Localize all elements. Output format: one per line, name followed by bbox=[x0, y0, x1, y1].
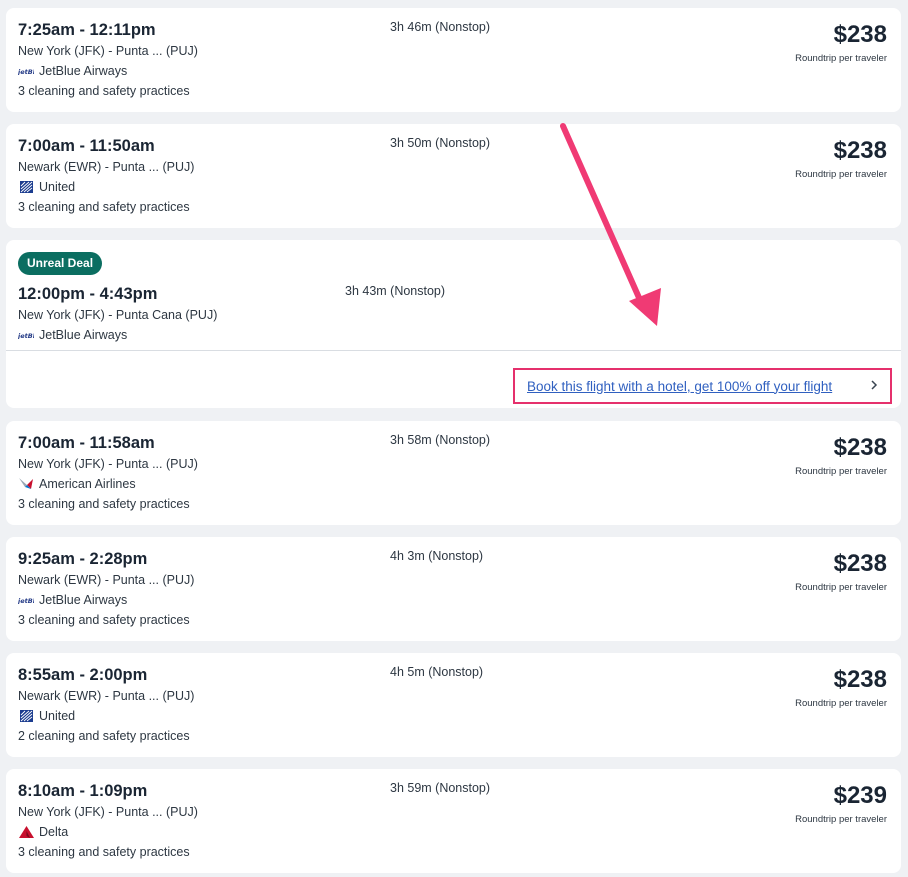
svg-text:jetBlue: jetBlue bbox=[18, 332, 34, 339]
flight-price: $238 bbox=[833, 434, 887, 461]
flight-duration: 3h 43m (Nonstop) bbox=[345, 284, 446, 298]
svg-text:jetBlue: jetBlue bbox=[18, 597, 34, 604]
flight-duration: 3h 50m (Nonstop) bbox=[390, 136, 491, 150]
flight-price: $238 bbox=[833, 137, 887, 164]
flight-duration: 4h 3m (Nonstop) bbox=[390, 549, 484, 563]
flight-route: Newark (EWR) - Punta ... (PUJ) bbox=[18, 689, 195, 703]
flight-time: 7:00am - 11:58am bbox=[18, 434, 155, 452]
flight-route: Newark (EWR) - Punta ... (PUJ) bbox=[18, 160, 195, 174]
airline: Delta bbox=[18, 825, 68, 839]
flight-time: 9:25am - 2:28pm bbox=[18, 550, 148, 568]
airline-name: JetBlue Airways bbox=[39, 328, 128, 342]
divider bbox=[6, 350, 901, 351]
cleaning-practices: 2 cleaning and safety practices bbox=[18, 729, 190, 743]
flight-card[interactable]: 8:55am - 2:00pm Newark (EWR) - Punta ...… bbox=[6, 653, 901, 757]
airline: United bbox=[18, 709, 75, 723]
cleaning-practices: 3 cleaning and safety practices bbox=[18, 200, 190, 214]
united-logo-icon bbox=[18, 710, 34, 722]
flight-price: $239 bbox=[833, 782, 887, 809]
hotel-bundle-promo[interactable]: Book this flight with a hotel, get 100% … bbox=[513, 368, 892, 404]
airline-name: JetBlue Airways bbox=[39, 593, 128, 607]
price-note: Roundtrip per traveler bbox=[795, 169, 887, 180]
price-note: Roundtrip per traveler bbox=[795, 698, 887, 709]
flight-time: 7:25am - 12:11pm bbox=[18, 21, 156, 39]
flight-route: New York (JFK) - Punta Cana (PUJ) bbox=[18, 308, 218, 322]
flight-time: 12:00pm - 4:43pm bbox=[18, 285, 158, 303]
deal-flight-card[interactable]: Unreal Deal 12:00pm - 4:43pm New York (J… bbox=[6, 240, 901, 408]
flight-time: 8:55am - 2:00pm bbox=[18, 666, 148, 684]
hotel-bundle-link[interactable]: Book this flight with a hotel, get 100% … bbox=[527, 379, 832, 394]
flight-route: New York (JFK) - Punta ... (PUJ) bbox=[18, 805, 198, 819]
flight-price: $238 bbox=[833, 666, 887, 693]
flight-card[interactable]: 7:00am - 11:58am New York (JFK) - Punta … bbox=[6, 421, 901, 525]
flight-route: New York (JFK) - Punta ... (PUJ) bbox=[18, 44, 198, 58]
american-airlines-logo-icon bbox=[18, 478, 34, 490]
cleaning-practices: 3 cleaning and safety practices bbox=[18, 497, 190, 511]
flight-route: New York (JFK) - Punta ... (PUJ) bbox=[18, 457, 198, 471]
jetblue-logo-icon: jetBlue bbox=[18, 594, 34, 606]
flight-card[interactable]: 9:25am - 2:28pm Newark (EWR) - Punta ...… bbox=[6, 537, 901, 641]
jetblue-logo-icon: jetBlue bbox=[18, 65, 34, 77]
flight-duration: 3h 46m (Nonstop) bbox=[390, 20, 491, 34]
united-logo-icon bbox=[18, 181, 34, 193]
airline-name: United bbox=[39, 180, 76, 194]
flight-duration: 3h 59m (Nonstop) bbox=[390, 781, 491, 795]
airline: American Airlines bbox=[18, 477, 136, 491]
airline-name: American Airlines bbox=[39, 477, 136, 491]
cleaning-practices: 3 cleaning and safety practices bbox=[18, 845, 190, 859]
jetblue-logo-icon: jetBlue bbox=[18, 329, 34, 341]
chevron-right-icon bbox=[870, 379, 878, 394]
flight-card[interactable]: 7:25am - 12:11pm New York (JFK) - Punta … bbox=[6, 8, 901, 112]
flight-card[interactable]: 7:00am - 11:50am Newark (EWR) - Punta ..… bbox=[6, 124, 901, 228]
airline: jetBlue JetBlue Airways bbox=[18, 64, 127, 78]
flight-price: $238 bbox=[833, 550, 887, 577]
flight-duration: 4h 5m (Nonstop) bbox=[390, 665, 484, 679]
airline: United bbox=[18, 180, 75, 194]
price-note: Roundtrip per traveler bbox=[795, 53, 887, 64]
cleaning-practices: 3 cleaning and safety practices bbox=[18, 613, 190, 627]
airline: jetBlue JetBlue Airways bbox=[18, 593, 127, 607]
flight-route: Newark (EWR) - Punta ... (PUJ) bbox=[18, 573, 195, 587]
delta-logo-icon bbox=[18, 826, 34, 838]
svg-text:jetBlue: jetBlue bbox=[18, 68, 34, 75]
airline-name: United bbox=[39, 709, 76, 723]
flight-card[interactable]: 8:10am - 1:09pm New York (JFK) - Punta .… bbox=[6, 769, 901, 873]
flight-price: $238 bbox=[833, 21, 887, 48]
cleaning-practices: 3 cleaning and safety practices bbox=[18, 84, 190, 98]
unreal-deal-badge: Unreal Deal bbox=[18, 252, 103, 275]
price-note: Roundtrip per traveler bbox=[795, 814, 887, 825]
price-note: Roundtrip per traveler bbox=[795, 466, 887, 477]
airline-name: JetBlue Airways bbox=[39, 64, 128, 78]
airline-name: Delta bbox=[39, 825, 69, 839]
flight-duration: 3h 58m (Nonstop) bbox=[390, 433, 491, 447]
airline: jetBlue JetBlue Airways bbox=[18, 328, 127, 342]
flight-time: 7:00am - 11:50am bbox=[18, 137, 155, 155]
flight-time: 8:10am - 1:09pm bbox=[18, 782, 148, 800]
price-note: Roundtrip per traveler bbox=[795, 582, 887, 593]
